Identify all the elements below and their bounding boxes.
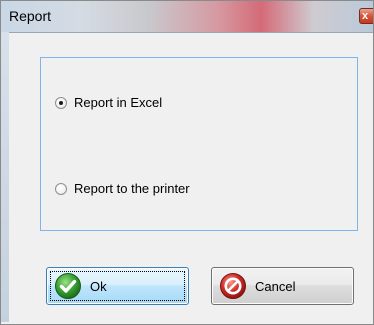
window-title: Report <box>9 8 52 24</box>
ok-button[interactable]: Ok <box>46 267 189 305</box>
cancel-button-label: Cancel <box>255 278 296 294</box>
radio-label-printer: Report to the printer <box>74 181 190 196</box>
radio-label-excel: Report in Excel <box>74 95 163 110</box>
close-icon: x <box>362 10 369 22</box>
radio-report-excel[interactable]: Report in Excel <box>55 95 162 110</box>
title-bar[interactable]: Report x <box>1 1 373 33</box>
close-button[interactable]: x <box>359 8 373 24</box>
cancel-button[interactable]: Cancel <box>211 267 354 305</box>
radio-unselected-icon[interactable] <box>55 182 67 195</box>
report-options-group <box>40 57 358 231</box>
green-checkmark-icon <box>55 273 81 299</box>
window-frame-edge <box>1 32 9 322</box>
ok-button-label: Ok <box>90 278 107 294</box>
red-no-entry-icon <box>220 273 246 299</box>
radio-dot-icon <box>59 100 63 105</box>
radio-report-printer[interactable]: Report to the printer <box>55 181 190 196</box>
radio-selected-icon[interactable] <box>55 96 67 109</box>
report-dialog: Report x Report in Excel Report to the p… <box>0 0 374 325</box>
